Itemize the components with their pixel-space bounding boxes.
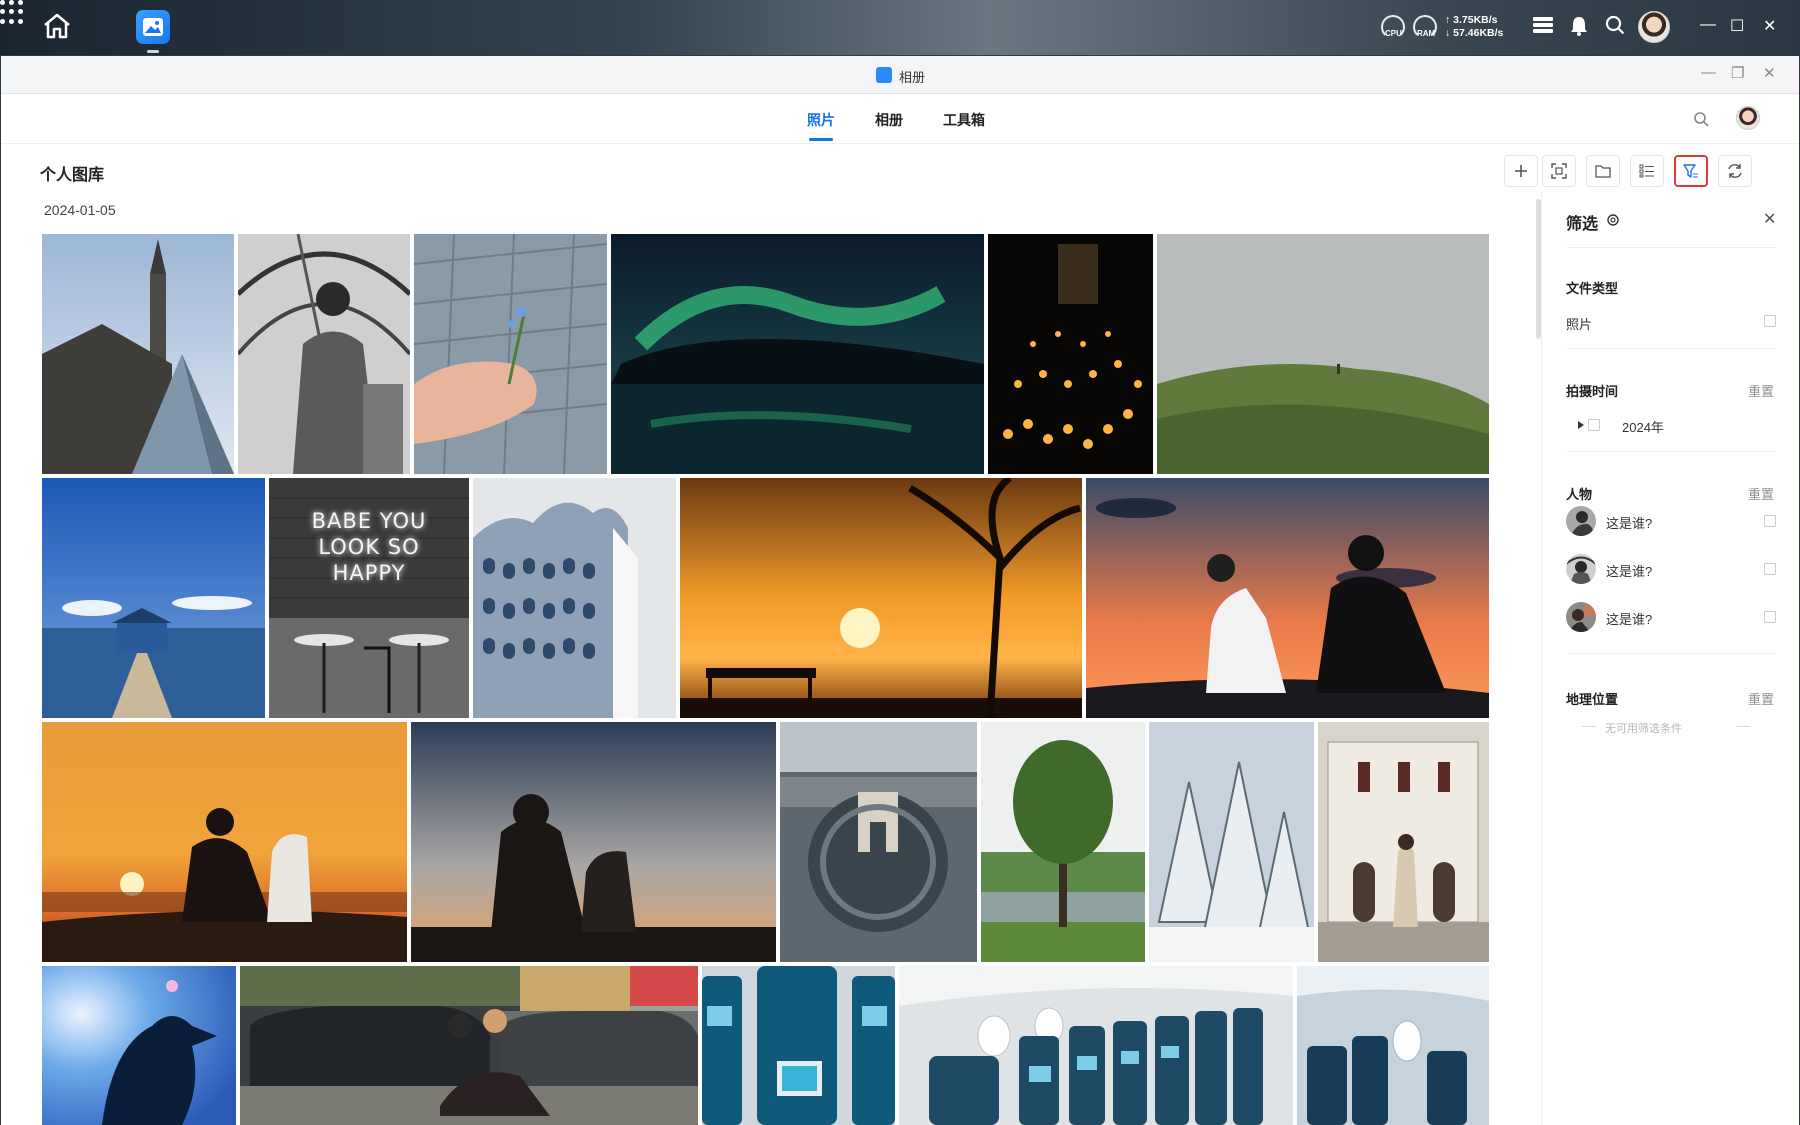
network-speed[interactable]: ↑ 3.75KB/s ↓ 57.46KB/s	[1445, 14, 1503, 40]
photo-tile[interactable]	[1157, 234, 1489, 474]
photo-tile[interactable]	[680, 478, 1082, 718]
tab-photos[interactable]: 照片	[807, 110, 835, 130]
face-checkbox[interactable]	[1764, 563, 1776, 575]
photo-tile[interactable]	[1318, 722, 1489, 962]
shot-time-heading: 拍摄时间	[1566, 384, 1619, 399]
divider	[1566, 247, 1776, 248]
file-type-photo-label: 照片	[1566, 317, 1593, 332]
date-group-label: 2024-01-05	[44, 202, 116, 218]
face-label: 这是谁?	[1606, 564, 1653, 579]
photo-tile[interactable]	[42, 966, 236, 1125]
shot-time-reset[interactable]: 重置	[1748, 381, 1774, 400]
empty-line-right	[1736, 726, 1750, 727]
photo-tile[interactable]	[899, 966, 1293, 1125]
photo-search-icon[interactable]	[1693, 111, 1709, 127]
add-button[interactable]	[1504, 155, 1538, 187]
filter-close-icon[interactable]: ✕	[1763, 209, 1776, 229]
folder-button[interactable]	[1586, 155, 1620, 187]
window-titlebar: 相册 — ❐ ✕	[1, 56, 1799, 94]
expand-arrow-icon[interactable]	[1578, 421, 1584, 429]
face-label: 这是谁?	[1606, 516, 1653, 531]
window-minimize-icon[interactable]: —	[1701, 64, 1716, 81]
divider	[1566, 451, 1776, 452]
divider	[1566, 653, 1776, 654]
photo-tile[interactable]	[42, 722, 407, 962]
active-tab-indicator	[809, 138, 833, 141]
face-thumbnail	[1566, 554, 1596, 584]
library-title: 个人图库	[40, 167, 105, 184]
file-type-heading: 文件类型	[1566, 281, 1619, 296]
user-avatar[interactable]	[1638, 11, 1670, 43]
face-thumbnail	[1566, 602, 1596, 632]
cpu-label: CPU	[1385, 29, 1402, 38]
photo-tile[interactable]: BABE YOU LOOK SO HAPPY	[269, 478, 469, 718]
file-type-photo-checkbox[interactable]	[1764, 315, 1776, 327]
app-launcher-icon[interactable]	[0, 0, 24, 24]
neon-sign-text: BABE YOU LOOK SO HAPPY	[311, 509, 427, 585]
tasks-icon[interactable]	[1532, 15, 1554, 35]
album-app-icon	[876, 67, 892, 83]
notification-bell-icon[interactable]	[1569, 15, 1589, 37]
home-icon[interactable]	[42, 12, 72, 40]
year-checkbox[interactable]	[1588, 419, 1600, 431]
photo-tile[interactable]	[611, 234, 984, 474]
filter-panel: 筛选 ✕ 文件类型 照片 拍摄时间 重置 2024年 人物 重置 这是谁? 这是…	[1542, 191, 1799, 1125]
photo-tile[interactable]	[702, 966, 895, 1125]
photo-tile[interactable]	[42, 234, 234, 474]
face-checkbox[interactable]	[1764, 515, 1776, 527]
net-upload: ↑ 3.75KB/s	[1445, 14, 1498, 26]
location-empty-text: 无可用筛选条件	[1605, 723, 1682, 735]
face-checkbox[interactable]	[1764, 611, 1776, 623]
refresh-icon	[1728, 164, 1742, 178]
photo-tile[interactable]	[42, 478, 265, 718]
search-icon[interactable]	[1605, 15, 1625, 35]
window-close-icon[interactable]: ✕	[1763, 64, 1776, 82]
photo-tile[interactable]	[473, 478, 676, 718]
account-avatar[interactable]	[1736, 106, 1760, 130]
photo-tile[interactable]	[240, 966, 698, 1125]
tab-toolbox[interactable]: 工具箱	[943, 110, 985, 130]
net-download: ↓ 57.46KB/s	[1445, 27, 1504, 39]
window-title: 相册	[899, 70, 926, 85]
close-icon[interactable]: ✕	[1763, 16, 1776, 36]
refresh-button[interactable]	[1718, 155, 1752, 187]
filter-button[interactable]	[1674, 155, 1708, 187]
list-view-button[interactable]	[1630, 155, 1664, 187]
photo-tile[interactable]	[988, 234, 1153, 474]
tab-albums[interactable]: 相册	[875, 110, 903, 130]
select-button[interactable]	[1542, 155, 1576, 187]
plus-icon	[1515, 165, 1527, 177]
photos-window: 相册 — ❐ ✕ 照片 相册 工具箱 个人图库 2024-01-05 BABE …	[1, 56, 1799, 1125]
photo-tile[interactable]	[780, 722, 977, 962]
settings-icon[interactable]	[1606, 213, 1620, 227]
photo-tile[interactable]	[1149, 722, 1314, 962]
location-heading: 地理位置	[1566, 692, 1619, 707]
year-label: 2024年	[1622, 420, 1664, 435]
filter-icon	[1683, 163, 1698, 178]
empty-line-left	[1582, 726, 1596, 727]
ram-label: RAM	[1417, 29, 1436, 38]
top-nav: 照片 相册 工具箱	[1, 94, 1799, 144]
list-icon	[1639, 164, 1654, 178]
face-thumbnail	[1566, 506, 1596, 536]
minimize-icon[interactable]: —	[1700, 16, 1716, 34]
divider	[1566, 348, 1776, 349]
select-frame-icon	[1551, 163, 1567, 179]
photo-tile[interactable]	[1297, 966, 1489, 1125]
folder-icon	[1595, 165, 1611, 178]
people-heading: 人物	[1566, 487, 1593, 502]
photo-tile[interactable]	[981, 722, 1145, 962]
maximize-icon[interactable]: ☐	[1730, 16, 1744, 36]
photo-tile[interactable]	[1086, 478, 1489, 718]
photos-app-taskbar-icon[interactable]	[136, 10, 170, 53]
face-label: 这是谁?	[1606, 612, 1653, 627]
people-reset[interactable]: 重置	[1748, 484, 1774, 503]
filter-panel-title: 筛选	[1566, 216, 1599, 233]
os-taskbar: CPU RAM ↑ 3.75KB/s ↓ 57.46KB/s — ☐ ✕	[0, 0, 1800, 55]
photo-tile[interactable]	[411, 722, 776, 962]
location-reset[interactable]: 重置	[1748, 689, 1774, 708]
window-restore-icon[interactable]: ❐	[1731, 64, 1744, 82]
photo-tile[interactable]	[238, 234, 410, 474]
photo-tile[interactable]	[414, 234, 607, 474]
